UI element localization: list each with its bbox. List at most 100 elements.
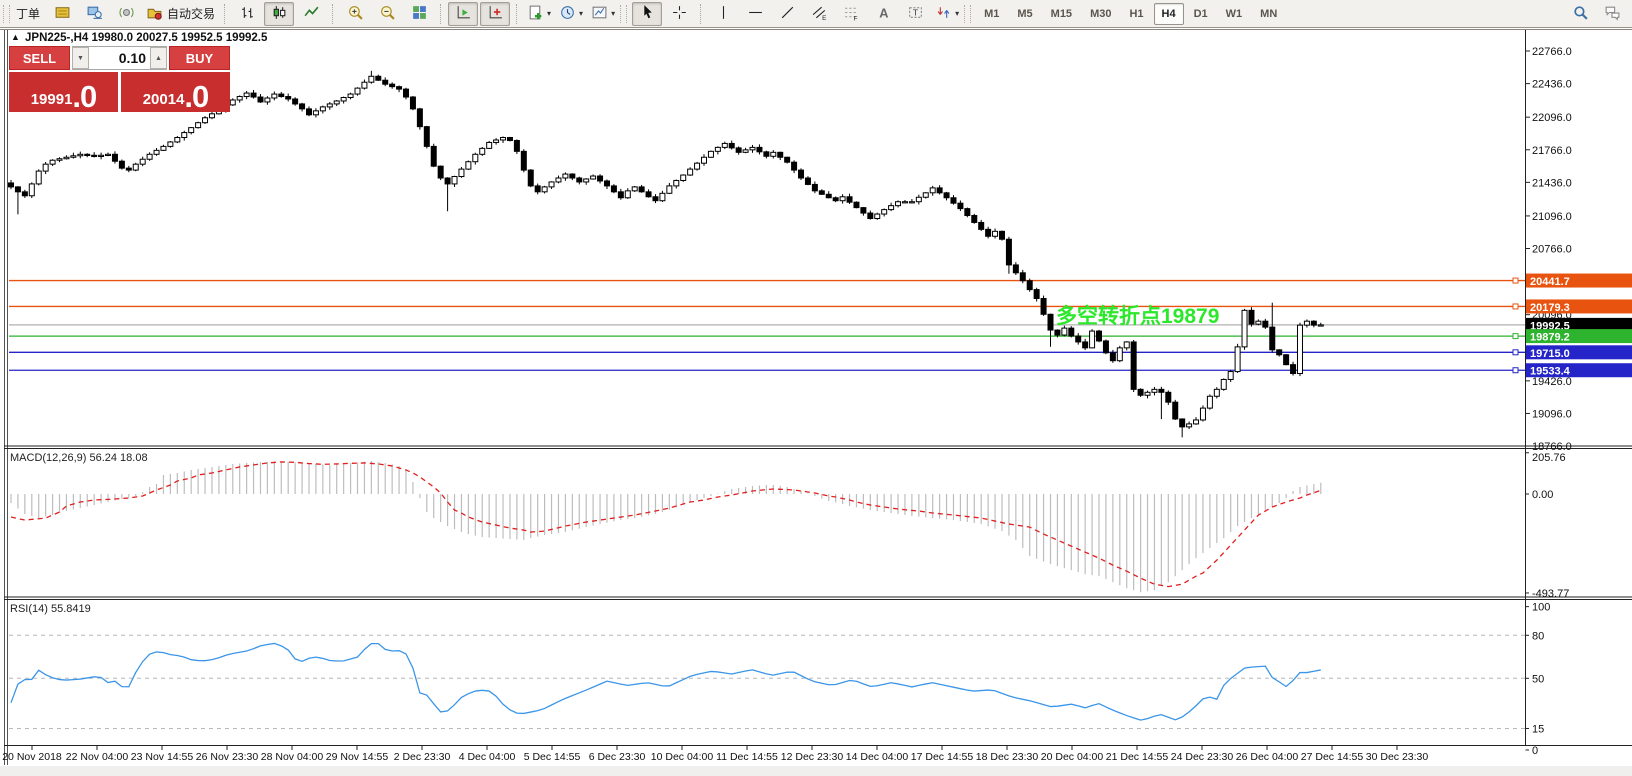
chart-shift-icon[interactable] (480, 1, 511, 26)
cursor-icon[interactable] (632, 1, 663, 26)
time-tick-label: 14 Dec 04:00 (846, 751, 909, 763)
line-handle[interactable] (1512, 333, 1519, 340)
time-tick-label: 6 Dec 23:30 (589, 751, 646, 763)
time-tick-label: 26 Nov 23:30 (196, 751, 259, 763)
time-tick-label: 5 Dec 14:55 (524, 751, 581, 763)
zoom-in-icon[interactable] (340, 2, 370, 26)
tile-windows-icon[interactable] (404, 2, 434, 26)
template-icon[interactable]: ▾ (588, 2, 618, 26)
search-icon[interactable] (1565, 2, 1595, 26)
vline-icon[interactable] (708, 2, 738, 26)
dropdown-caret-icon[interactable]: ▾ (547, 9, 551, 18)
dropdown-caret-icon[interactable]: ▾ (611, 9, 615, 18)
price-line-label-text: 19715.0 (1530, 348, 1570, 360)
time-tick-label: 2 Dec 23:30 (394, 751, 451, 763)
symbol-title: JPN225-,H4 19980.0 20027.5 19952.5 19992… (25, 32, 268, 44)
line-handle[interactable] (1512, 303, 1519, 310)
market-watch-icon[interactable] (79, 2, 109, 26)
new-order-icon[interactable] (47, 2, 77, 26)
timeframe-button-w1[interactable]: W1 (1218, 3, 1251, 25)
price-line-label-text: 20441.7 (1530, 276, 1570, 288)
toolbar-grip (964, 4, 972, 23)
auto-trading-label: 自动交易 (167, 7, 216, 21)
timeframe-button-m15[interactable]: M15 (1043, 3, 1080, 25)
candlestick-chart-icon[interactable] (264, 1, 295, 26)
period-clock-icon[interactable]: ▾ (556, 2, 586, 26)
text-label-icon: T (907, 4, 924, 24)
volume-increase-button[interactable]: ▲ (150, 47, 167, 69)
time-tick-label: 21 Dec 14:55 (1106, 751, 1169, 763)
macd-tick-label: 205.76 (1532, 452, 1566, 464)
search-icon (1572, 4, 1589, 24)
toolbar-grip (620, 4, 628, 23)
buy-price-small: 20014 (142, 91, 185, 109)
dropdown-caret-icon[interactable]: ▾ (955, 9, 959, 18)
toolbar-separator (224, 3, 226, 24)
timeframe-button-h1[interactable]: H1 (1121, 3, 1151, 25)
new-order-doc-icon (527, 4, 544, 24)
line-handle[interactable] (1512, 367, 1519, 374)
orders-label[interactable]: 丁单 (16, 5, 40, 22)
volume-input[interactable] (89, 47, 150, 69)
arrows-icon[interactable]: ▾ (932, 2, 962, 26)
trendline-icon (779, 4, 796, 24)
new-order-doc-icon[interactable]: ▾ (524, 2, 554, 26)
bar-chart-icon[interactable] (232, 2, 262, 26)
channel-icon[interactable]: E (804, 2, 834, 26)
price-line-label-text: 19879.2 (1530, 332, 1570, 344)
line-chart-icon[interactable] (296, 2, 326, 26)
timeframe-button-d1[interactable]: D1 (1186, 3, 1216, 25)
chart-title: ▲ JPN225-,H4 19980.0 20027.5 19952.5 1999… (11, 32, 268, 44)
hline-icon (747, 4, 764, 24)
timeframe-button-m1[interactable]: M1 (976, 3, 1007, 25)
time-tick-label: 12 Dec 23:30 (781, 751, 844, 763)
buy-price-big: .0 (184, 78, 209, 114)
line-handle[interactable] (1512, 349, 1519, 356)
timeframe-button-mn[interactable]: MN (1252, 3, 1285, 25)
timeframe-button-m5[interactable]: M5 (1009, 3, 1040, 25)
hline-icon[interactable] (740, 2, 770, 26)
rsi-label: RSI(14) 55.8419 (10, 603, 91, 615)
crosshair-icon[interactable] (664, 2, 694, 26)
collapse-triangle-icon[interactable]: ▲ (11, 32, 20, 42)
rsi-tick-label: 15 (1532, 723, 1544, 735)
time-tick-label: 4 Dec 04:00 (459, 751, 516, 763)
dropdown-caret-icon[interactable]: ▾ (579, 9, 583, 18)
time-tick-label: 24 Dec 23:30 (1171, 751, 1234, 763)
timeframe-button-m30[interactable]: M30 (1082, 3, 1119, 25)
chat-icon (1604, 4, 1621, 24)
time-tick-label: 18 Dec 23:30 (976, 751, 1039, 763)
tile-windows-icon (411, 4, 428, 24)
chart-canvas[interactable]: 多空转折点19879 ▲ JPN225-,H4 19980.0 20027.5 19… (0, 0, 1632, 776)
trendline-icon[interactable] (772, 2, 802, 26)
time-tick-label: 10 Dec 04:00 (651, 751, 714, 763)
toolbar: 丁单 自动交易 ▾ ▾ ▾ E F A T ▾ M1 M5 M15 M30 H1 H4 D1 W1 MN (0, 0, 1632, 28)
time-tick-label: 11 Dec 14:55 (716, 751, 778, 763)
signal-icon[interactable] (111, 2, 141, 26)
sell-price[interactable]: 19991.0 (9, 72, 118, 112)
chat-icon[interactable] (1597, 2, 1627, 26)
auto-trading-button[interactable]: 自动交易 (143, 2, 218, 26)
rsi-tick-label: 100 (1532, 602, 1550, 614)
text-icon: A (875, 4, 892, 24)
timeframe-group: M1 M5 M15 M30 H1 H4 D1 W1 MN (975, 2, 1286, 25)
time-tick-label: 26 Dec 04:00 (1236, 751, 1299, 763)
volume-decrease-button[interactable]: ▼ (72, 47, 89, 69)
chart-annotation-text[interactable]: 多空转折点19879 (1056, 304, 1219, 328)
text-label-icon[interactable]: T (900, 2, 930, 26)
vline-icon (715, 4, 732, 24)
fibonacci-icon[interactable]: F (836, 2, 866, 26)
sell-button[interactable]: SELL (9, 46, 70, 70)
buy-price[interactable]: 20014.0 (121, 72, 230, 112)
zoom-out-icon[interactable] (372, 2, 402, 26)
line-handle[interactable] (1512, 277, 1519, 284)
zoom-in-icon (347, 4, 364, 24)
macd-tick-label: 0.00 (1532, 489, 1553, 501)
price-tick-label: 20766.0 (1532, 244, 1572, 256)
buy-button[interactable]: BUY (169, 46, 230, 70)
text-icon[interactable]: A (868, 2, 898, 26)
auto-scroll-icon[interactable] (448, 1, 479, 26)
timeframe-button-h4[interactable]: H4 (1153, 2, 1184, 25)
rsi-tick-label: 80 (1532, 630, 1544, 642)
new-order-icon (54, 4, 71, 24)
